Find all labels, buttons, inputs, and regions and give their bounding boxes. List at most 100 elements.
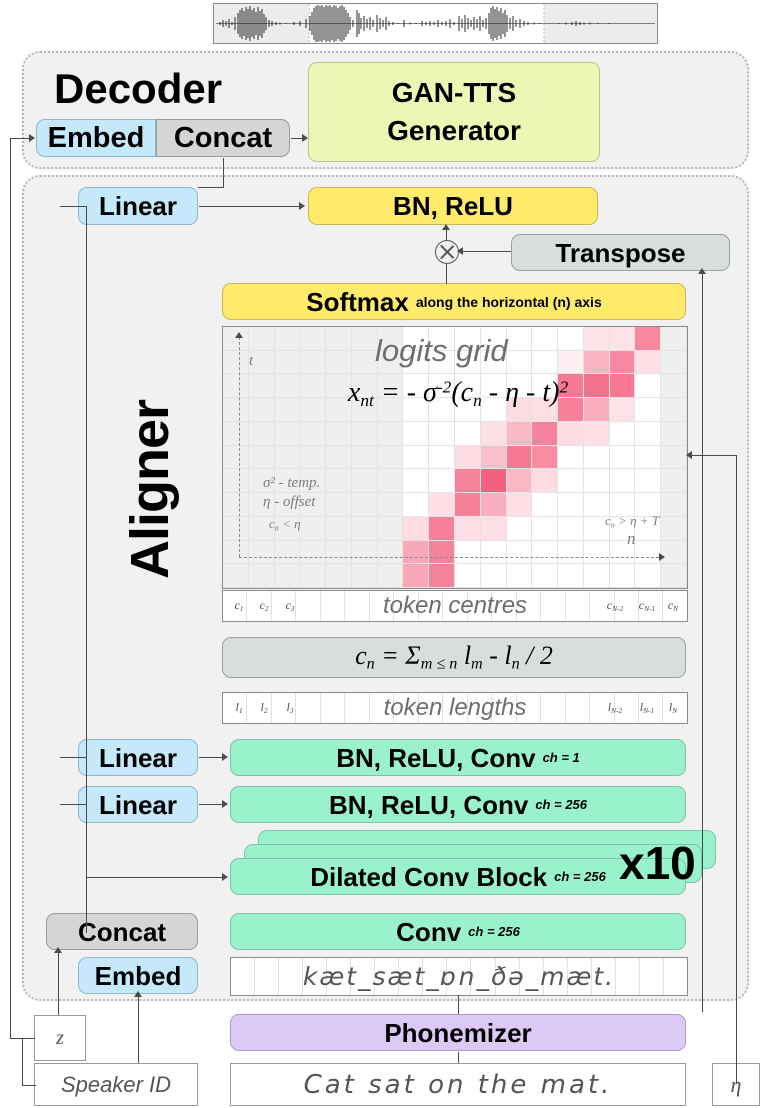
line-linear-b xyxy=(199,804,222,805)
grid-cell xyxy=(429,421,455,446)
grid-cell xyxy=(274,327,301,351)
cell-divider xyxy=(443,591,468,621)
token-centres-row: token centres c1 c2 c3 cN-2 cN-1 cN xyxy=(222,590,688,622)
gan-tts-generator-box[interactable]: GAN-TTS Generator xyxy=(308,62,600,162)
grid-cell xyxy=(351,493,378,517)
grid-cell xyxy=(300,564,327,588)
aligner-linear-a[interactable]: Linear xyxy=(78,739,198,776)
grid-cell xyxy=(583,327,610,351)
audio-waveform xyxy=(213,3,658,44)
tc-right-0: cN-2 xyxy=(606,598,624,614)
cell-divider xyxy=(566,591,591,621)
grid-cell xyxy=(351,564,378,588)
grid-cell xyxy=(351,516,378,541)
speaker-id-box[interactable]: Speaker ID xyxy=(34,1063,198,1106)
softmax-box[interactable]: Softmax along the horizontal (n) axis xyxy=(222,283,686,320)
grid-cell xyxy=(480,421,507,446)
tl-left-1: l2 xyxy=(260,700,268,716)
grid-cell xyxy=(300,327,327,351)
arrow-head-rail-embed xyxy=(29,134,35,142)
right-rail-grid xyxy=(736,455,737,1084)
aligner-linear-top[interactable]: Linear xyxy=(78,187,198,225)
phonemizer-box[interactable]: Phonemizer xyxy=(230,1014,686,1051)
grid-cell xyxy=(506,540,533,565)
transpose-box[interactable]: Transpose xyxy=(511,234,730,271)
cell-divider xyxy=(664,958,687,995)
input-text-box[interactable]: Cat sat on the mat. xyxy=(230,1063,686,1106)
grid-cell xyxy=(532,516,559,541)
grid-cell xyxy=(300,350,327,375)
grid-cell xyxy=(377,469,404,494)
grid-cell xyxy=(661,327,687,351)
cell-divider xyxy=(370,591,395,621)
grid-cell xyxy=(532,564,559,588)
grid-cell xyxy=(558,350,584,375)
grid-cell xyxy=(558,469,584,494)
grid-cell xyxy=(532,540,559,565)
bn-relu-conv-a-label: BN, ReLU, Conv xyxy=(336,742,536,773)
grid-cell xyxy=(661,540,687,565)
grid-cell xyxy=(609,374,636,399)
tl-right-2: lN xyxy=(668,700,678,716)
right-rail-grid-h xyxy=(688,455,737,456)
aligner-linear-b[interactable]: Linear xyxy=(78,786,198,823)
aligner-conv-box[interactable]: Conv ch = 256 xyxy=(230,913,686,950)
repeat-x10-label: x10 xyxy=(619,837,696,889)
grid-cell xyxy=(661,493,687,517)
dilated-conv-block[interactable]: Dilated Conv Block ch = 256 xyxy=(230,858,686,895)
tc-left-1: c2 xyxy=(259,598,269,614)
bn-relu-conv-b-ch: ch = 256 xyxy=(535,797,588,812)
grid-cell xyxy=(480,540,507,565)
grid-cell xyxy=(223,327,249,351)
grid-cell xyxy=(351,421,378,446)
grid-cell xyxy=(455,445,481,470)
bn-relu-conv-b-label: BN, ReLU, Conv xyxy=(328,789,529,820)
line-main-rail xyxy=(86,206,87,933)
grid-formula: xnt = - σ-2(cn - η - t)2 xyxy=(347,377,569,410)
line-text-to-phonemizer xyxy=(458,1052,459,1063)
grid-cell xyxy=(351,327,378,351)
grid-cell xyxy=(300,398,327,422)
line-aligner-to-decoder xyxy=(223,158,224,187)
grid-cell xyxy=(351,445,378,470)
z-input-box[interactable]: z xyxy=(34,1015,86,1061)
grid-cell xyxy=(480,564,507,588)
grid-cell xyxy=(248,540,275,565)
arrow-head-dilated xyxy=(222,873,228,881)
grid-cell xyxy=(480,493,507,517)
decoder-concat-box[interactable]: Concat xyxy=(156,119,290,157)
line-linear-a xyxy=(199,757,222,758)
grid-cell xyxy=(351,540,378,565)
cell-divider xyxy=(541,591,566,621)
grid-cell xyxy=(455,516,481,541)
grid-cell xyxy=(300,421,327,446)
decoder-embed-box[interactable]: Embed xyxy=(36,119,156,157)
arrow-head-right-rail-transpose xyxy=(698,268,706,274)
grid-cell xyxy=(429,540,455,565)
bn-relu-conv-a[interactable]: BN, ReLU, Conv ch = 1 xyxy=(230,739,686,776)
grid-cell xyxy=(223,398,249,422)
aligner-embed-box[interactable]: Embed xyxy=(78,957,198,994)
bn-relu-conv-b[interactable]: BN, ReLU, Conv ch = 256 xyxy=(230,786,686,823)
grid-cell xyxy=(326,469,352,494)
grid-cell xyxy=(274,564,301,588)
grid-cell xyxy=(506,445,533,470)
grid-cell xyxy=(403,469,430,494)
grid-cell xyxy=(506,350,533,375)
grid-cell xyxy=(455,493,481,517)
aligner-concat-box[interactable]: Concat xyxy=(46,913,198,950)
grid-cell xyxy=(480,516,507,541)
grid-cell xyxy=(403,421,430,446)
bn-relu-box[interactable]: BN, ReLU xyxy=(308,187,598,225)
bn-relu-conv-a-ch: ch = 1 xyxy=(542,750,580,765)
phonemes-box: kæt_sæt_ɒn_ðə_mæt. xyxy=(230,957,688,996)
line-rail-join-a xyxy=(60,757,87,758)
grid-cell xyxy=(532,469,559,494)
grid-cell xyxy=(274,398,301,422)
aligner-conv-ch: ch = 256 xyxy=(468,924,520,939)
cell-divider xyxy=(345,693,370,723)
grid-cell xyxy=(274,350,301,375)
grid-cell xyxy=(377,493,404,517)
dilated-conv-label: Dilated Conv Block xyxy=(310,861,548,892)
cell-divider xyxy=(517,591,542,621)
